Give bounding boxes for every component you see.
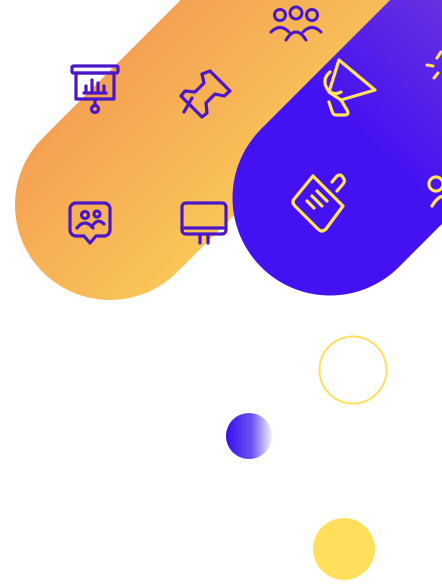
illustration-canvas: [0, 0, 442, 581]
yellow-dot: [313, 518, 375, 580]
gradient-blue-ball: [226, 413, 272, 459]
outline-circle: [318, 335, 388, 405]
decorative-shapes: [15, 0, 442, 580]
